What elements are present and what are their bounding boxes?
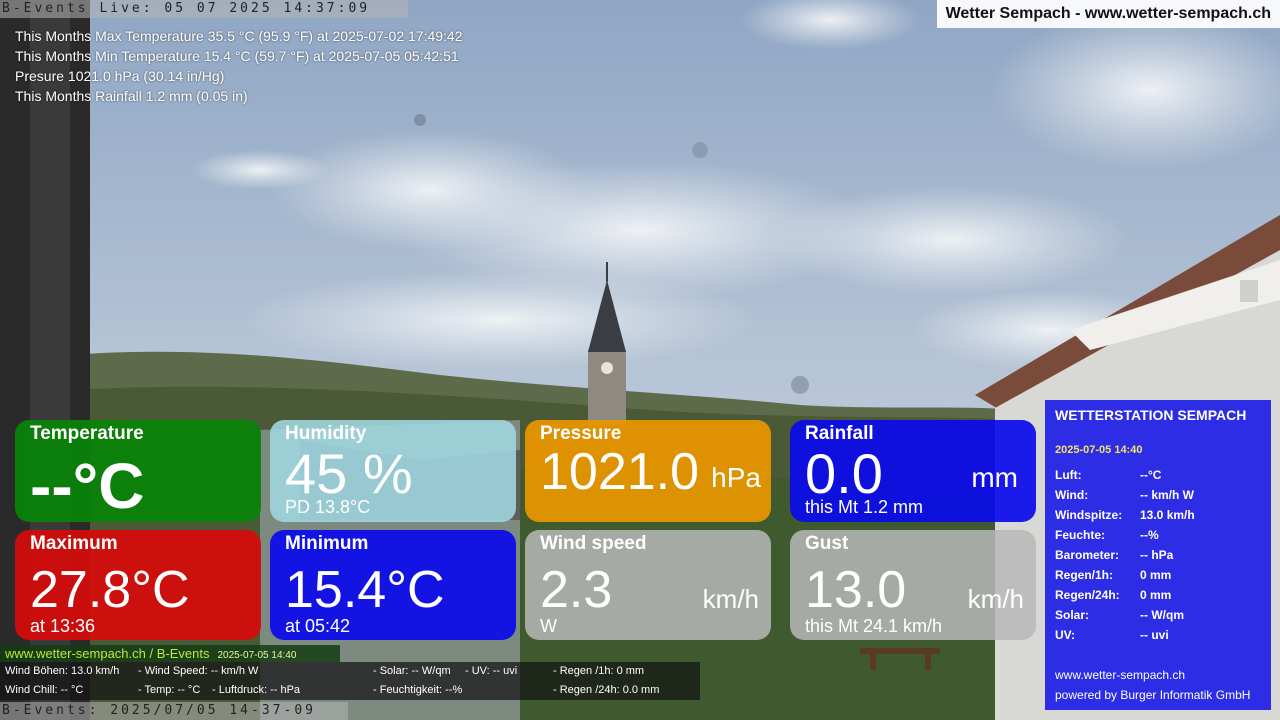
- station-date: 2025-07-05 14:40: [1055, 444, 1143, 456]
- row-key: Feuchte:: [1055, 528, 1106, 542]
- tile-title: Temperature: [30, 423, 144, 444]
- tile-value: 15.4°C: [285, 561, 445, 619]
- row-value: --°C: [1140, 468, 1162, 482]
- station-panel: WETTERSTATION SEMPACH 2025-07-05 14:40 L…: [1045, 400, 1271, 710]
- ticker-item: - Regen /24h: 0.0 mm: [553, 684, 660, 696]
- stat-min-temperature: This Months Min Temperature 15.4 °C (59.…: [15, 48, 459, 64]
- tile-value: 0.0: [805, 442, 883, 505]
- row-key: UV:: [1055, 628, 1076, 642]
- tile-sub: at 13:36: [30, 616, 96, 636]
- tile-value: 2.3: [540, 561, 613, 619]
- tile-unit: mm: [971, 462, 1018, 493]
- tile-sub: PD 13.8°C: [285, 497, 371, 517]
- tile-value: 27.8°C: [30, 561, 190, 619]
- ticker-site[interactable]: www.wetter-sempach.ch / B-Events: [5, 646, 209, 661]
- row-key: Wind:: [1055, 488, 1089, 502]
- row-value: -- hPa: [1140, 548, 1174, 562]
- tile-title: Pressure: [540, 423, 622, 444]
- tile-wind-speed: Wind speed 2.3 km/h W: [525, 530, 771, 640]
- ticker-date: 2025-07-05 14:40: [217, 650, 297, 661]
- tile-sub: this Mt 24.1 km/h: [805, 616, 943, 636]
- stat-max-temperature: This Months Max Temperature 35.5 °C (95.…: [15, 28, 463, 44]
- tile-value: 1021.0: [540, 443, 700, 501]
- row-key: Barometer:: [1055, 548, 1120, 562]
- tile-value: --°C: [30, 450, 145, 522]
- row-value: 0 mm: [1140, 588, 1172, 602]
- ticker-item: - UV: -- uvi: [465, 665, 518, 677]
- tile-title: Wind speed: [540, 533, 647, 554]
- tile-minimum: Minimum 15.4°C at 05:42: [270, 530, 516, 640]
- tile-unit: hPa: [711, 462, 761, 493]
- tile-temperature: Temperature --°C: [15, 420, 261, 522]
- station-footer-url[interactable]: www.wetter-sempach.ch: [1055, 668, 1185, 682]
- ticker-item: - Solar: -- W/qm: [373, 665, 451, 677]
- tile-sub: at 05:42: [285, 616, 351, 636]
- monthly-stats: This Months Max Temperature 35.5 °C (95.…: [15, 26, 463, 106]
- ticker-header: www.wetter-sempach.ch / B-Events 2025-07-…: [0, 645, 340, 662]
- row-key: Regen/1h:: [1055, 568, 1114, 582]
- row-value: 0 mm: [1140, 568, 1172, 582]
- row-key: Windspitze:: [1055, 508, 1123, 522]
- row-value: -- W/qm: [1140, 608, 1184, 622]
- stat-pressure: Presure 1021.0 hPa (30.14 in/Hg): [15, 68, 225, 84]
- tile-rainfall: Rainfall 0.0 mm this Mt 1.2 mm: [790, 420, 1036, 522]
- stat-rainfall: This Months Rainfall 1.2 mm (0.05 in): [15, 88, 248, 104]
- camera-timestamp-top: B-Events Live: 05 07 2025 14:37:09: [0, 0, 408, 18]
- row-key: Regen/24h:: [1055, 588, 1120, 602]
- ticker-item: Wind Chill: -- °C: [5, 684, 84, 696]
- ticker-item: - Temp: -- °C: [138, 684, 201, 696]
- tile-value: 45 %: [285, 442, 413, 505]
- tile-sub: W: [540, 616, 557, 636]
- ticker-item: - Luftdruck: -- hPa: [212, 684, 301, 696]
- tile-gust: Gust 13.0 km/h this Mt 24.1 km/h: [790, 530, 1036, 640]
- tile-pressure: Pressure 1021.0 hPa: [525, 420, 771, 522]
- tile-title: Gust: [805, 533, 849, 554]
- row-value: -- uvi: [1140, 628, 1169, 642]
- row-key: Solar:: [1055, 608, 1090, 622]
- ticker-item: - Feuchtigkeit: --%: [373, 684, 463, 696]
- tile-unit: km/h: [967, 584, 1024, 614]
- site-title: Wetter Sempach - www.wetter-sempach.ch: [936, 0, 1280, 28]
- camera-timestamp-bottom: B-Events: 2025/07/05 14-37-09: [0, 702, 348, 720]
- tile-title: Maximum: [30, 533, 118, 554]
- station-title: WETTERSTATION SEMPACH: [1055, 407, 1247, 423]
- row-key: Luft:: [1055, 468, 1082, 482]
- tile-maximum: Maximum 27.8°C at 13:36: [15, 530, 261, 640]
- tile-unit: km/h: [702, 584, 759, 614]
- ticker-item: - Regen /1h: 0 mm: [553, 665, 645, 677]
- station-footer-powered: powered by Burger Informatik GmbH: [1055, 688, 1251, 702]
- row-value: 13.0 km/h: [1140, 508, 1195, 522]
- tile-humidity: Humidity 45 % PD 13.8°C: [270, 420, 516, 522]
- row-value: -- km/h W: [1140, 488, 1194, 502]
- ticker-item: Wind Böhen: 13.0 km/h: [5, 665, 120, 677]
- tile-title: Minimum: [285, 533, 369, 554]
- row-value: --%: [1140, 528, 1159, 542]
- ticker-panel: Wind Böhen: 13.0 km/h - Wind Speed: -- k…: [0, 662, 700, 700]
- tile-value: 13.0: [805, 561, 907, 619]
- ticker-item: - Wind Speed: -- km/h W: [138, 665, 259, 677]
- tile-sub: this Mt 1.2 mm: [805, 497, 924, 517]
